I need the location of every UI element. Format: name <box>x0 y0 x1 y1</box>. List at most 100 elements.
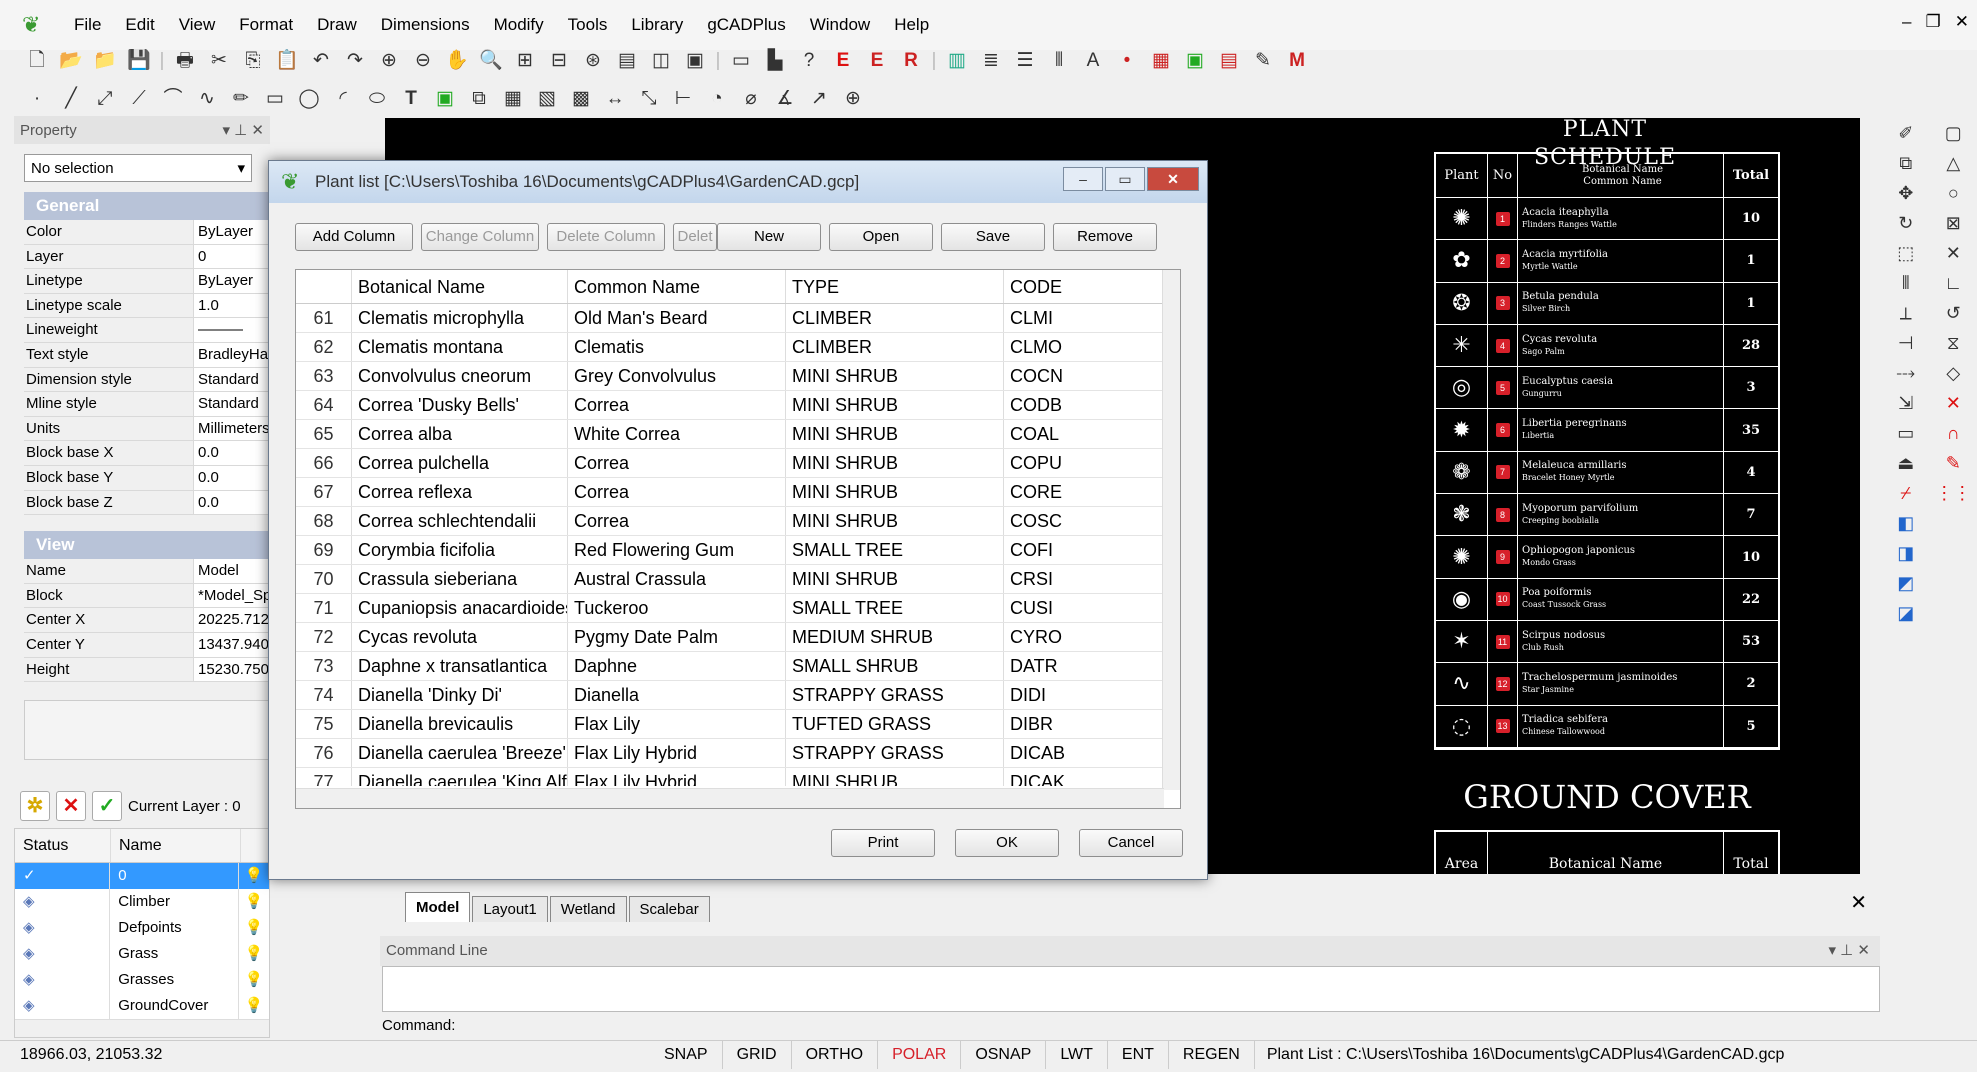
property-value[interactable]: 20225.712 <box>194 608 270 632</box>
undo-icon[interactable]: ↶ <box>306 46 336 76</box>
mirror-icon[interactable]: ⫴ <box>1902 273 1910 294</box>
add-column-button[interactable]: Add Column <box>295 223 413 251</box>
aligned-dim-icon[interactable]: ⤡ <box>634 84 664 114</box>
polyline-icon[interactable]: ⌒ <box>158 84 188 114</box>
text-style-icon[interactable]: A <box>1078 46 1108 76</box>
botanical-name-cell[interactable]: Dianella brevicaulis <box>352 710 568 738</box>
code-cell[interactable]: CODB <box>1004 391 1158 419</box>
common-name-cell[interactable]: Tuckeroo <box>568 594 786 622</box>
type-cell[interactable]: SMALL TREE <box>786 536 1004 564</box>
tab-layout1[interactable]: Layout1 <box>472 896 548 922</box>
property-row[interactable]: Text styleBradleyHand <box>24 342 270 368</box>
layer-status-icon[interactable]: ◈ <box>15 993 111 1019</box>
property-row[interactable]: Name Model <box>24 559 270 584</box>
common-name-cell[interactable]: Old Man's Beard <box>568 304 786 332</box>
scale-icon[interactable]: ⬚ <box>1897 243 1914 264</box>
common-name-cell[interactable]: Red Flowering Gum <box>568 536 786 564</box>
common-name-cell[interactable]: Correa <box>568 449 786 477</box>
pencil-red-icon[interactable]: ✎ <box>1946 453 1961 474</box>
property-value[interactable]: 1.0 <box>194 293 270 318</box>
table-row[interactable]: 75 Dianella brevicaulis Flax Lily TUFTED GR… <box>296 710 1180 739</box>
table-row[interactable]: 62 Clematis montana Clematis CLIMBER CLMO <box>296 333 1180 362</box>
color-bars-icon[interactable]: ▥ <box>942 46 972 76</box>
close-icon[interactable]: ✕ <box>1850 890 1873 915</box>
type-cell[interactable]: SMALL SHRUB <box>786 652 1004 680</box>
new-file-icon[interactable]: 🗋 <box>22 46 52 76</box>
save-icon[interactable]: 💾 <box>124 46 154 76</box>
open-button[interactable]: Open <box>829 223 933 251</box>
table-row[interactable]: 73 Daphne x transatlantica Daphne SMALL SHR… <box>296 652 1180 681</box>
menu-edit[interactable]: Edit <box>113 15 166 35</box>
menu-dimensions[interactable]: Dimensions <box>369 15 482 35</box>
layer-status-icon[interactable]: ◈ <box>15 889 111 915</box>
hatch-edit-icon[interactable]: ▩ <box>566 84 596 114</box>
botanical-name-cell[interactable]: Dianella caerulea 'Breeze' <box>352 739 568 767</box>
ellipse-icon[interactable]: ⬭ <box>362 84 392 114</box>
property-row[interactable]: Color ByLayer <box>24 220 270 245</box>
botanical-name-cell[interactable]: Dianella 'Dinky Di' <box>352 681 568 709</box>
open-folder-icon[interactable]: 📁 <box>90 46 120 76</box>
cancel-button[interactable]: Cancel <box>1079 829 1183 857</box>
property-value[interactable]: ByLayer <box>194 220 270 244</box>
property-value[interactable]: Millimeters <box>194 416 270 441</box>
plugin-r-icon[interactable]: R <box>896 46 926 76</box>
code-cell[interactable]: CLMI <box>1004 304 1158 332</box>
layer-stack-icon[interactable]: ≣ <box>976 46 1006 76</box>
property-row[interactable]: Mline style Standard <box>24 392 270 417</box>
break-icon[interactable]: ⤏ <box>1896 363 1915 384</box>
common-name-cell[interactable]: Austral Crassula <box>568 565 786 593</box>
minimize-icon[interactable]: – <box>1063 167 1103 191</box>
delete-red-icon[interactable]: ✕ <box>1946 393 1961 414</box>
property-value[interactable]: Model <box>194 559 270 583</box>
botanical-name-cell[interactable]: Correa 'Dusky Bells' <box>352 391 568 419</box>
table-row[interactable]: 66 Correa pulchella Correa MINI SHRUB COPU <box>296 449 1180 478</box>
dimension-icon[interactable]: ↔ <box>600 84 630 114</box>
point-draw-icon[interactable]: · <box>22 84 52 114</box>
design-center-icon[interactable]: ▣ <box>680 46 710 76</box>
menu-draw[interactable]: Draw <box>305 15 369 35</box>
dropdown-icon[interactable]: ▾ <box>1828 942 1836 959</box>
code-cell[interactable]: DICAK <box>1004 768 1158 786</box>
close-icon[interactable]: ✕ <box>1955 12 1969 32</box>
close-icon[interactable]: ✕ <box>251 122 264 139</box>
lightbulb-icon[interactable]: 💡 <box>239 863 269 889</box>
common-name-cell[interactable]: Correa <box>568 478 786 506</box>
property-value[interactable]: 0.0 <box>194 490 270 515</box>
delete-layer-icon[interactable]: ✕ <box>56 791 86 821</box>
erase-icon[interactable]: ✐ <box>1898 123 1913 144</box>
type-cell[interactable]: MINI SHRUB <box>786 391 1004 419</box>
property-row[interactable]: Height 15230.750 <box>24 657 270 683</box>
botanical-name-cell[interactable]: Corymbia ficifolia <box>352 536 568 564</box>
regen-toggle[interactable]: REGEN <box>1169 1040 1255 1069</box>
type-cell[interactable]: MINI SHRUB <box>786 768 1004 786</box>
lightbulb-icon[interactable]: 💡 <box>239 967 269 993</box>
pencil-icon[interactable]: ✏ <box>226 84 256 114</box>
type-cell[interactable]: MINI SHRUB <box>786 420 1004 448</box>
table-row[interactable]: 65 Correa alba White Correa MINI SHRUB COAL <box>296 420 1180 449</box>
common-name-cell[interactable]: Daphne <box>568 652 786 680</box>
layer-front-icon[interactable]: ◩ <box>1897 573 1914 594</box>
explode-icon[interactable]: ⊠ <box>1946 213 1961 234</box>
diameter-dim-icon[interactable]: ⌀ <box>736 84 766 114</box>
circle-icon[interactable]: ◯ <box>294 84 324 114</box>
layer-copy-icon[interactable]: ◧ <box>1897 513 1914 534</box>
properties-icon[interactable]: ▤ <box>612 46 642 76</box>
rotate-object-icon[interactable]: ↺ <box>1946 303 1961 324</box>
layer-row[interactable]: ◈ Defpoints 💡 <box>15 915 269 941</box>
circle-tool-icon[interactable]: ○ <box>1948 183 1959 204</box>
zoom-previous-icon[interactable]: ⊟ <box>544 46 574 76</box>
code-cell[interactable]: COCN <box>1004 362 1158 390</box>
grid-toggle[interactable]: GRID <box>723 1040 792 1069</box>
tab-model[interactable]: Model <box>405 892 471 922</box>
layer-row[interactable]: ◈ Climber 💡 <box>15 889 269 915</box>
change-column-button[interactable]: Change Column <box>421 223 539 251</box>
property-row[interactable]: Center Y 13437.940 <box>24 632 270 658</box>
common-name-cell[interactable]: Correa <box>568 507 786 535</box>
type-cell[interactable]: STRAPPY GRASS <box>786 739 1004 767</box>
layer-row[interactable]: ◈ Grass 💡 <box>15 941 269 967</box>
property-row[interactable]: Block*Model_Space <box>24 583 270 609</box>
property-value[interactable]: Standard <box>194 367 270 392</box>
menu-gcadplus[interactable]: gCADPlus <box>695 15 797 35</box>
canvas-vertical-scrollbar[interactable] <box>1860 118 1878 874</box>
zoom-out-icon[interactable]: ⊖ <box>408 46 438 76</box>
